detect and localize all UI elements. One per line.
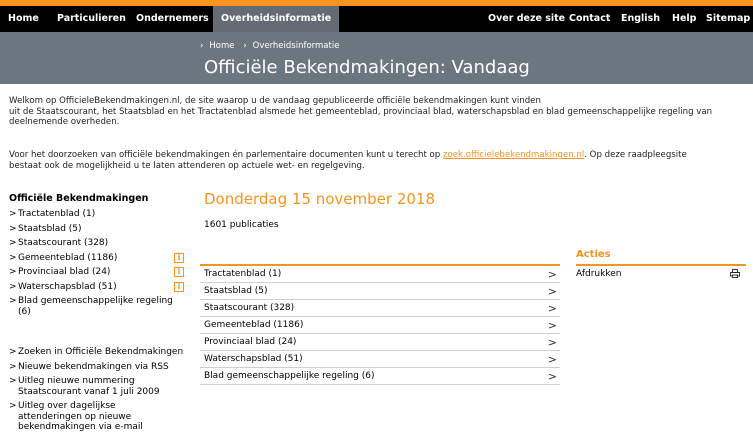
chevron-right-icon: > [547,336,557,349]
chevron-right-icon: > [9,296,17,306]
sidebar-link-label: Uitleg nieuwe nummering Staatscourant va… [18,376,160,397]
info-icon[interactable]: i [174,267,184,277]
intro-line: uit de Staatscourant, het Staatsblad en … [9,106,713,117]
sidebar-link-nummering[interactable]: > Uitleg nieuwe nummering Staatscourant v… [9,376,194,397]
intro-paragraph-2: Voor het doorzoeken van officiële bekend… [9,150,749,171]
nav-particulieren[interactable]: Particulieren [57,6,126,32]
info-icon[interactable]: i [174,281,184,292]
publication-date-heading: Donderdag 15 november 2018 [204,190,436,208]
chevron-right-icon: > [9,223,17,234]
nav-sitemap[interactable]: Sitemap [706,6,750,32]
intro-text: Voor het doorzoeken van officiële bekend… [9,150,443,160]
nav-contact[interactable]: Contact [569,6,610,32]
sidebar-link-zoeken[interactable]: > Zoeken in Officiële Bekendmakingen [9,347,194,358]
list-item[interactable]: Staatscourant (328) > [200,300,560,317]
page-title: Officiële Bekendmakingen: Vandaag [204,57,530,78]
breadcrumb-separator: › [243,41,247,51]
chevron-right-icon: > [9,401,17,411]
list-item-label: Staatscourant (328) [204,303,295,313]
nav-help[interactable]: Help [672,6,696,32]
sidebar-item-label: Blad gemeenschappelijke regeling (6) [18,296,173,317]
chevron-right-icon: > [547,319,557,332]
nav-ondernemers[interactable]: Ondernemers [136,6,209,32]
chevron-right-icon: > [9,209,17,219]
print-label: Afdrukken [576,269,622,279]
intro-paragraph-1: Welkom op OfficieleBekendmakingen.nl, de… [9,96,749,128]
printer-icon [730,269,740,278]
sidebar-link-attenderingen[interactable]: > Uitleg over dagelijkse attenderingen op… [9,401,194,433]
breadcrumb: › Home › Overheidsinformatie [200,41,345,51]
nav-home[interactable]: Home [8,6,39,32]
info-icon[interactable]: i [174,252,184,263]
sidebar-item-tractatenblad[interactable]: > Tractatenblad (1) [9,209,194,220]
nav-overheidsinformatie[interactable]: Overheidsinformatie [213,6,340,32]
sidebar-item-label: Staatscourant (328) [18,238,109,248]
list-item-label: Tractatenblad (1) [204,269,282,279]
intro-line: deelnemende overheden. [9,117,120,127]
chevron-right-icon: > [547,370,557,383]
publication-list: Tractatenblad (1) > Staatsblad (5) > Staat… [200,264,560,385]
sidebar-item-label: Tractatenblad (1) [18,209,96,219]
print-button[interactable]: Afdrukken [576,266,746,282]
sidebar-link-label: Uitleg over dagelijkse attenderingen op … [18,401,143,432]
list-item[interactable]: Gemeenteblad (1186) > [200,317,560,334]
list-item-label: Staatsblad (5) [204,286,268,296]
list-item[interactable]: Staatsblad (5) > [200,283,560,300]
breadcrumb-separator: › [200,41,204,51]
sidebar-item-staatsblad[interactable]: > Staatsblad (5) [9,224,194,235]
list-item-label: Provinciaal blad (24) [204,337,297,347]
sidebar-link-rss[interactable]: > Nieuwe bekendmakingen via RSS [9,362,194,373]
chevron-right-icon: > [9,361,17,372]
sidebar-title: Officiële Bekendmakingen [9,193,149,204]
breadcrumb-overheidsinformatie[interactable]: Overheidsinformatie [253,41,340,51]
publication-count: 1601 publicaties [204,220,279,230]
intro-text: . Op deze raadpleegsite [584,150,687,160]
page-banner: › Home › Overheidsinformatie Officiële Bek… [0,32,753,84]
breadcrumb-home[interactable]: Home [209,41,234,51]
list-item[interactable]: Waterschapsblad (51) > [200,351,560,368]
list-item[interactable]: Provinciaal blad (24) > [200,334,560,351]
top-navigation: Home Particulieren Ondernemers Overheids… [0,6,753,32]
intro-line: bestaat ook de mogelijkheid u te laten a… [9,160,365,171]
intro-line: Welkom op OfficieleBekendmakingen.nl, de… [9,96,541,106]
sidebar-item-label: Waterschapsblad (51) [18,281,117,292]
actions-title: Acties [576,249,611,260]
list-item[interactable]: Blad gemeenschappelijke regeling (6) > [200,368,560,385]
intro-line: Voor het doorzoeken van officiële bekend… [9,150,749,161]
sidebar-item-label: Gemeenteblad (1186) [18,252,118,263]
chevron-right-icon: > [547,302,557,315]
sidebar-link-label: Nieuwe bekendmakingen via RSS [18,361,169,372]
chevron-right-icon: > [9,252,17,263]
list-item-label: Blad gemeenschappelijke regeling (6) [204,371,375,381]
sidebar-item-label: Staatsblad (5) [18,223,82,234]
chevron-right-icon: > [9,238,17,248]
chevron-right-icon: > [547,353,557,366]
zoek-link[interactable]: zoek.officielebekendmakingen.nl [443,150,584,160]
nav-english[interactable]: English [621,6,660,32]
sidebar-link-label: Zoeken in Officiële Bekendmakingen [18,347,184,357]
chevron-right-icon: > [547,268,557,281]
chevron-right-icon: > [547,285,557,298]
nav-over-deze-site[interactable]: Over deze site [488,6,565,32]
sidebar-item-blad-gemeenschappelijke-regeling[interactable]: > Blad gemeenschappelijke regeling (6) [9,296,194,317]
chevron-right-icon: > [9,347,17,357]
chevron-right-icon: > [9,376,17,386]
left-sidebar: Officiële Bekendmakingen > Tractatenblad … [9,193,194,437]
actions-panel: Acties Afdrukken [576,249,746,282]
sidebar-item-gemeenteblad[interactable]: > Gemeenteblad (1186) i [9,252,194,264]
sidebar-item-provinciaal-blad[interactable]: > Provinciaal blad (24) i [9,267,194,278]
chevron-right-icon: > [9,281,17,292]
sidebar-item-label: Provinciaal blad (24) [18,267,111,277]
list-item-label: Waterschapsblad (51) [204,354,303,364]
sidebar-item-waterschapsblad[interactable]: > Waterschapsblad (51) i [9,281,194,293]
list-item-label: Gemeenteblad (1186) [204,320,304,330]
chevron-right-icon: > [9,267,17,277]
sidebar-item-staatscourant[interactable]: > Staatscourant (328) [9,238,194,249]
list-item[interactable]: Tractatenblad (1) > [200,266,560,283]
